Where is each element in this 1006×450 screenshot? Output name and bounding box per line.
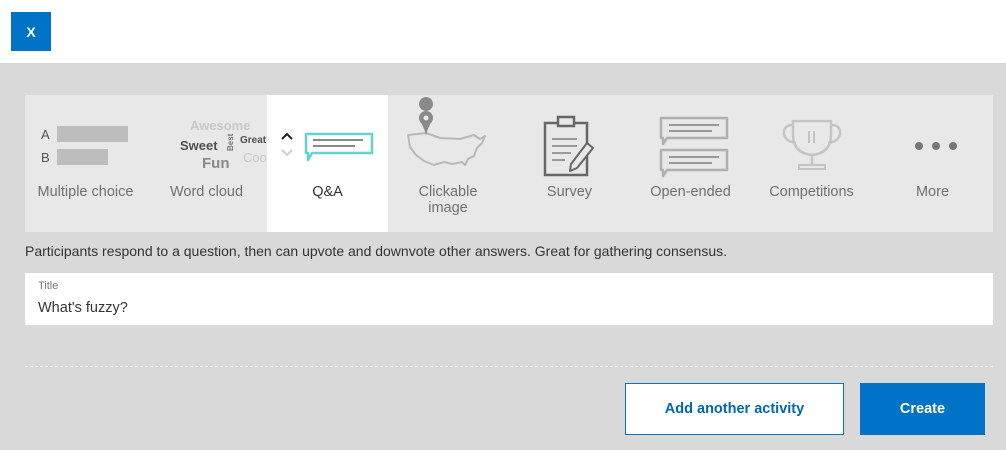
- choice-bar-a: [57, 126, 128, 142]
- word-cloud-word: Best: [226, 133, 235, 151]
- activity-label: Q&A: [312, 184, 343, 200]
- activity-label: Competitions: [769, 184, 854, 200]
- choice-bar-b: [57, 149, 108, 165]
- activity-description: Participants respond to a question, then…: [25, 243, 727, 259]
- activity-tile-qa[interactable]: Q&A: [267, 95, 388, 232]
- add-another-activity-button[interactable]: Add another activity: [625, 383, 844, 435]
- choice-letter-b: B: [41, 150, 50, 165]
- activity-label: Word cloud: [169, 184, 244, 200]
- section-divider: [25, 366, 993, 367]
- clipboard-icon: [543, 115, 594, 177]
- map-pin-icon: [407, 97, 486, 166]
- activity-tile-competitions[interactable]: Competitions: [751, 95, 872, 232]
- activity-label: Survey: [546, 184, 593, 200]
- activity-tile-multiple-choice[interactable]: A B Multiple choice: [25, 95, 146, 232]
- multiple-choice-icon: A B: [25, 95, 146, 185]
- word-cloud-word: Cool: [243, 150, 270, 165]
- activity-label: More: [915, 184, 950, 200]
- upvote-icon: [281, 132, 293, 140]
- activity-label: Open-ended: [650, 184, 731, 200]
- activity-label: Multiple choice: [37, 184, 134, 200]
- qa-icon: [281, 132, 374, 162]
- activity-tile-more[interactable]: More: [872, 95, 993, 232]
- chat-bubbles-icon: [659, 116, 729, 178]
- create-button[interactable]: Create: [860, 383, 985, 435]
- choice-letter-a: A: [41, 127, 50, 142]
- activity-tile-open-ended[interactable]: Open-ended: [630, 95, 751, 232]
- activity-label: Clickable image: [418, 184, 478, 216]
- activity-tile-word-cloud[interactable]: Awesome Sweet Best Great Fun Cool Word c…: [146, 95, 270, 232]
- activity-tile-survey[interactable]: Survey: [509, 95, 630, 232]
- activity-tile-clickable-image[interactable]: Clickable image: [388, 95, 509, 232]
- title-field-label: Title: [38, 280, 59, 292]
- word-cloud-icon: Awesome Sweet Best Great Fun Cool: [146, 95, 270, 185]
- trophy-icon: [782, 119, 842, 170]
- title-input[interactable]: What's fuzzy?: [38, 300, 128, 316]
- word-cloud-word: Great: [240, 135, 267, 146]
- word-cloud-word: Fun: [202, 155, 230, 172]
- activity-type-picker: A B Multiple choice Awesome Sweet Best G…: [25, 95, 993, 232]
- close-button[interactable]: X: [11, 12, 51, 51]
- title-field[interactable]: Title What's fuzzy?: [25, 273, 993, 325]
- word-cloud-word: Awesome: [190, 118, 251, 133]
- top-bar: X: [0, 0, 1006, 63]
- word-cloud-word: Sweet: [180, 138, 218, 153]
- more-dots-icon: [915, 142, 957, 150]
- downvote-icon: [281, 149, 293, 157]
